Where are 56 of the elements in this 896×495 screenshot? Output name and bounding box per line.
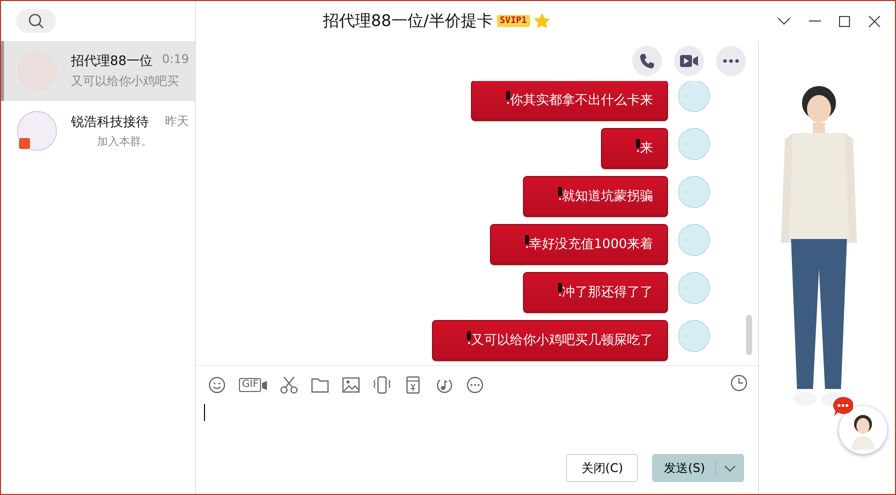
scrollbar-thumb[interactable] bbox=[746, 315, 752, 355]
message-time: 0:19 bbox=[162, 52, 189, 68]
message-time: 昨天 bbox=[165, 113, 189, 130]
phone-sticker-icon bbox=[467, 331, 471, 344]
message-text: 幸好没充值1000来着 bbox=[528, 237, 653, 252]
video-camera-icon bbox=[680, 53, 698, 69]
voice-call-button[interactable] bbox=[632, 46, 662, 76]
conversation-item[interactable]: 招代理88一位 0:19 又可以给你小鸡吧买 bbox=[1, 41, 195, 101]
phone-sticker-icon bbox=[506, 91, 510, 104]
folder-icon[interactable] bbox=[311, 376, 330, 394]
phone-sticker-icon bbox=[558, 187, 562, 200]
send-button[interactable]: 发送(S) bbox=[652, 454, 744, 482]
phone-sticker-icon bbox=[524, 235, 529, 248]
message-text: 你其实都拿不出什么卡来 bbox=[510, 93, 653, 108]
message-text: 就知道坑蒙拐骗 bbox=[562, 189, 653, 204]
avatar[interactable] bbox=[839, 406, 887, 454]
maximize-icon[interactable] bbox=[839, 16, 850, 26]
message-text: 来 bbox=[640, 141, 653, 156]
minimize-icon[interactable] bbox=[809, 20, 821, 22]
video-call-button[interactable] bbox=[674, 46, 704, 76]
message-preview: 又可以给你小鸡吧买 bbox=[71, 73, 180, 90]
contact-name: 锐浩科技接待 bbox=[71, 114, 149, 131]
message-preview: 加入本群。 bbox=[96, 134, 153, 149]
window-title: 招代理88一位/半价提卡 bbox=[323, 10, 493, 32]
chat-bubble-icon bbox=[833, 397, 853, 416]
money-envelope-icon[interactable] bbox=[404, 376, 422, 394]
more-button[interactable] bbox=[716, 46, 746, 76]
avatar bbox=[17, 111, 57, 151]
avatar bbox=[678, 272, 710, 304]
group-badge-icon bbox=[19, 138, 30, 149]
contact-name: 招代理88一位 bbox=[71, 53, 153, 70]
image-icon[interactable] bbox=[342, 376, 360, 394]
avatar bbox=[678, 176, 710, 208]
phone-sticker-icon bbox=[558, 283, 562, 296]
avatar bbox=[678, 320, 710, 352]
dropdown-icon[interactable] bbox=[777, 17, 791, 25]
avatar bbox=[678, 224, 710, 256]
conversation-item[interactable]: 锐浩科技接待 昨天 加入本群。 bbox=[1, 101, 195, 161]
close-icon[interactable] bbox=[868, 14, 881, 28]
smiley-icon[interactable] bbox=[208, 376, 226, 394]
caret-icon bbox=[724, 464, 736, 472]
phone-vibrate-icon[interactable] bbox=[373, 376, 392, 394]
search-icon[interactable] bbox=[28, 13, 44, 29]
avatar bbox=[678, 81, 710, 112]
ellipsis-icon bbox=[723, 59, 739, 63]
close-button[interactable]: 关闭(C) bbox=[566, 454, 638, 482]
phone-icon bbox=[639, 53, 655, 69]
message-text: 又可以给你小鸡吧买几顿屎吃了 bbox=[471, 333, 653, 348]
star-icon bbox=[534, 13, 550, 29]
more-icon[interactable] bbox=[466, 376, 484, 394]
message-text: 冲了那还得了了 bbox=[562, 285, 653, 300]
avatar bbox=[678, 128, 710, 160]
scissors-icon[interactable] bbox=[280, 376, 298, 394]
phone-sticker-icon bbox=[636, 139, 640, 152]
history-clock-icon[interactable] bbox=[730, 374, 748, 392]
vip-badge: SVIP1 bbox=[496, 15, 530, 27]
